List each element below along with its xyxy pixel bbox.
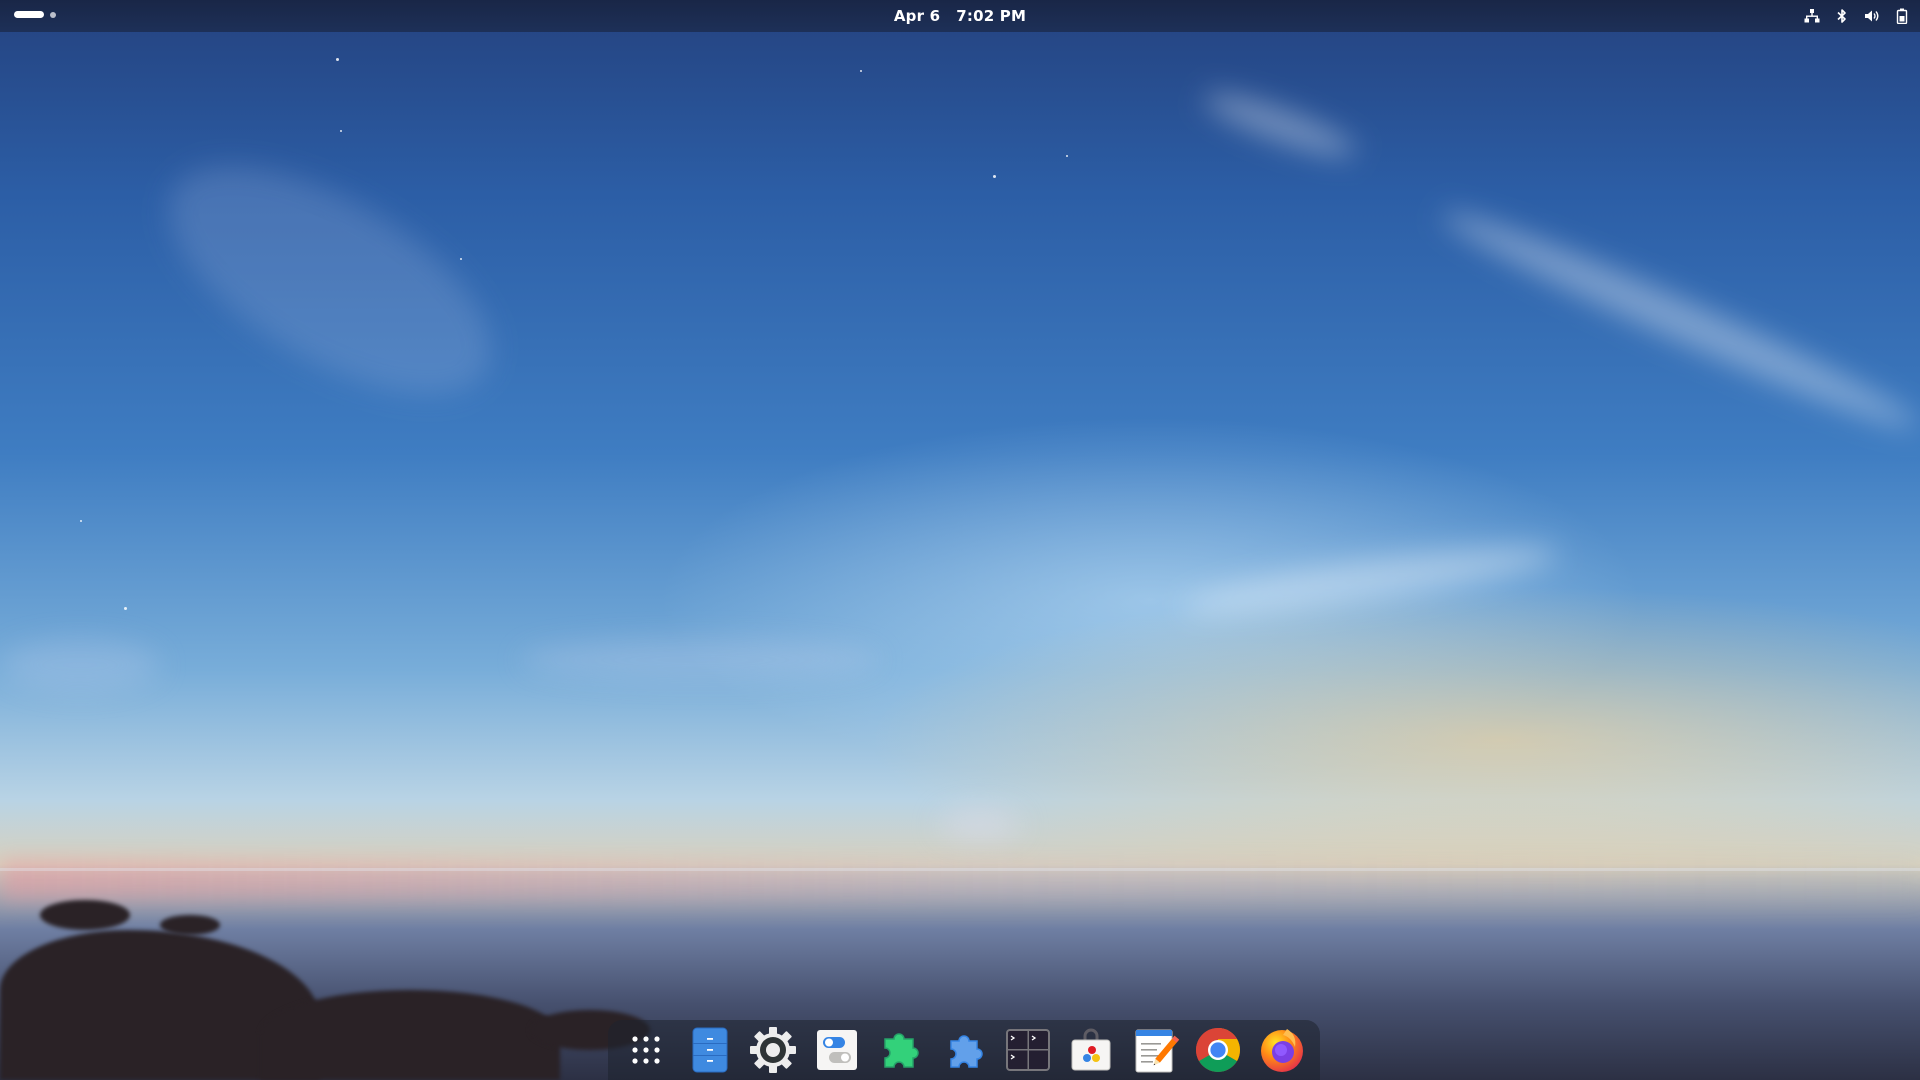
cloud-wisp: [1434, 195, 1920, 445]
terminal-icon[interactable]: [1003, 1025, 1053, 1075]
dock-item-text-editor[interactable]: [1129, 1024, 1181, 1076]
desktop-wallpaper[interactable]: Apr 6 7:02 PM: [0, 0, 1920, 1080]
dock-item-files[interactable]: [684, 1024, 736, 1076]
network-wired-icon[interactable]: [1804, 8, 1820, 24]
dock-item-settings[interactable]: [747, 1024, 799, 1076]
extension-manager-icon[interactable]: [939, 1025, 989, 1075]
firefox-icon[interactable]: [1257, 1025, 1307, 1075]
star: [860, 70, 862, 72]
cloud-wisp: [1199, 83, 1361, 167]
shore-rock: [160, 915, 220, 935]
shore-rock: [260, 990, 560, 1080]
star: [1066, 155, 1068, 157]
dock-item-show-apps[interactable]: [620, 1024, 672, 1076]
panel-time[interactable]: 7:02 PM: [956, 7, 1026, 25]
volume-icon[interactable]: [1864, 8, 1880, 24]
cloud-wisp: [520, 640, 880, 680]
date-time-menu[interactable]: Apr 6 7:02 PM: [0, 0, 1920, 32]
cloud-wisp: [1179, 533, 1561, 627]
files-icon[interactable]: [685, 1025, 735, 1075]
star: [124, 607, 127, 610]
cloud-wisp: [134, 120, 526, 440]
horizon-line: [0, 868, 1920, 871]
tweaks-icon[interactable]: [812, 1025, 862, 1075]
bluetooth-icon[interactable]: [1834, 8, 1850, 24]
text-editor-icon[interactable]: [1130, 1025, 1180, 1075]
settings-icon[interactable]: [748, 1025, 798, 1075]
dock-item-tweaks[interactable]: [811, 1024, 863, 1076]
battery-icon[interactable]: [1894, 8, 1910, 24]
star: [336, 58, 339, 61]
dock-item-firefox[interactable]: [1256, 1024, 1308, 1076]
software-store-icon[interactable]: [1066, 1025, 1116, 1075]
sea-reflection: [0, 860, 1920, 900]
dock-item-software[interactable]: [1065, 1024, 1117, 1076]
star: [460, 258, 462, 260]
dock: [608, 1020, 1320, 1080]
dock-item-terminal[interactable]: [1002, 1024, 1054, 1076]
chrome-icon[interactable]: [1193, 1025, 1243, 1075]
shore-rock: [40, 900, 130, 930]
extensions-green-icon[interactable]: [875, 1025, 925, 1075]
dock-item-extension-manager[interactable]: [938, 1024, 990, 1076]
panel-date[interactable]: Apr 6: [894, 7, 940, 25]
system-status-area[interactable]: [1804, 0, 1910, 32]
dock-item-extensions[interactable]: [874, 1024, 926, 1076]
show-apps-icon[interactable]: [621, 1025, 671, 1075]
top-panel: Apr 6 7:02 PM: [0, 0, 1920, 32]
star: [340, 130, 342, 132]
cloud-wisp: [940, 810, 1020, 840]
star: [993, 175, 996, 178]
dock-item-chrome[interactable]: [1192, 1024, 1244, 1076]
cloud-wisp: [0, 640, 160, 690]
star: [80, 520, 82, 522]
